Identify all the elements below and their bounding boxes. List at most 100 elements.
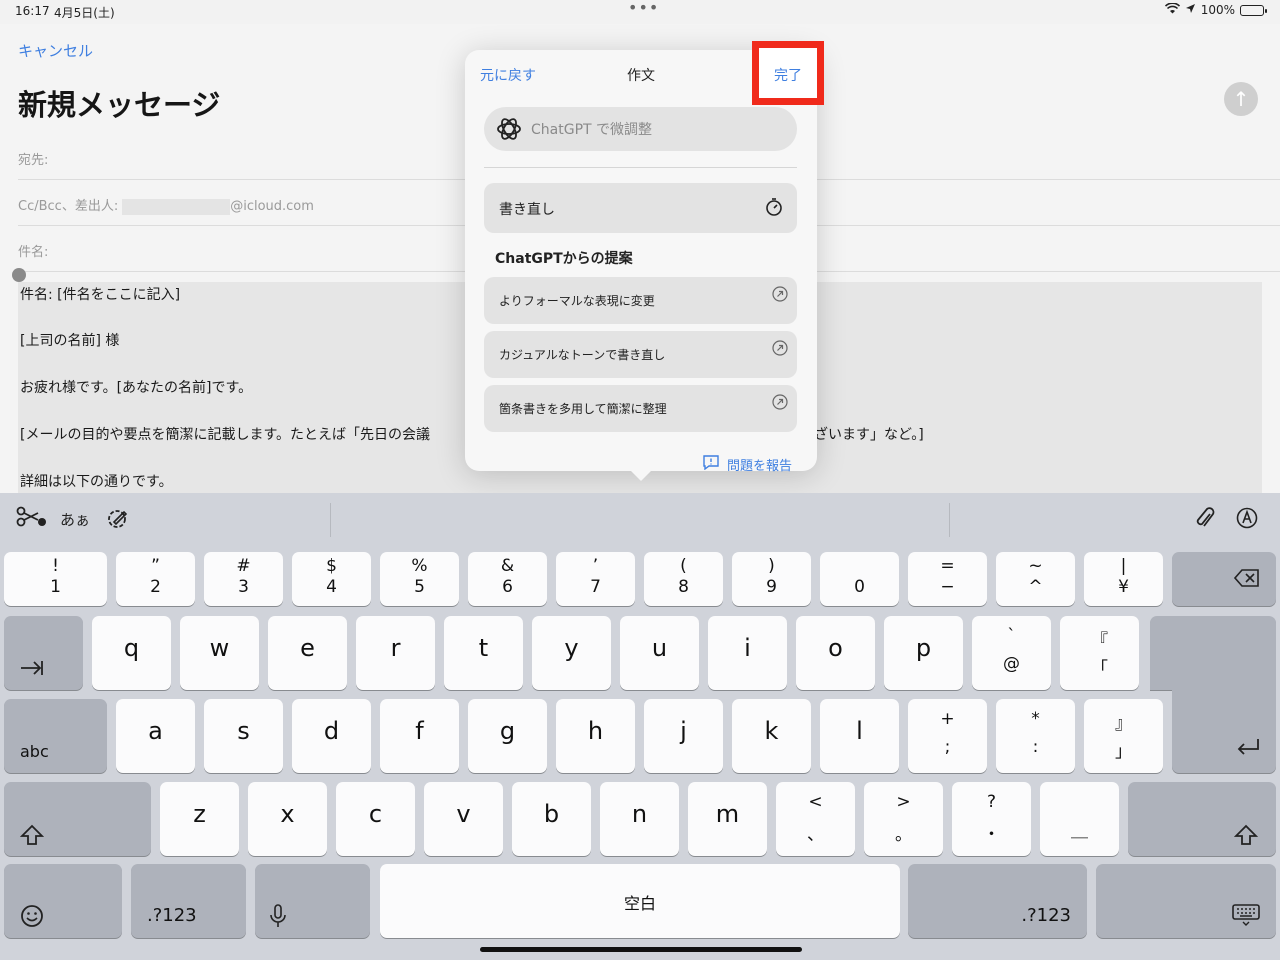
shift-icon [19, 824, 45, 851]
numbers-key-right[interactable]: .?123 [908, 864, 1087, 938]
key-w[interactable]: w [180, 616, 259, 690]
shift-key-left[interactable] [4, 782, 151, 856]
writing-tools-popover: 元に戻す 作文 完了 ChatGPT で微調整 書き直し ChatGPTからの提… [465, 41, 824, 481]
key-2[interactable]: ” 2 [116, 552, 195, 606]
suggestion-bullets[interactable]: 箇条書きを多用して簡潔に整理 [484, 385, 797, 432]
report-label: 問題を報告 [726, 459, 792, 474]
report-bubble-icon [702, 455, 720, 474]
key-bracket-open[interactable]: 『「 [1060, 616, 1139, 690]
suggestion-formal[interactable]: よりフォーマルな表現に変更 [484, 277, 797, 324]
location-icon [1185, 3, 1196, 17]
suggestion-casual[interactable]: カジュアルなトーンで書き直し [484, 331, 797, 378]
key-6[interactable]: & 6 [468, 552, 547, 606]
redacted-address [122, 198, 231, 215]
key-l[interactable]: l [820, 699, 899, 773]
key-b[interactable]: b [512, 782, 591, 856]
key-7[interactable]: ’ 7 [556, 552, 635, 606]
key-o[interactable]: o [796, 616, 875, 690]
key-x[interactable]: x [248, 782, 327, 856]
suggestion-label: よりフォーマルな表現に変更 [499, 294, 655, 308]
key-1[interactable]: ! 1 [4, 552, 107, 606]
key-f[interactable]: f [380, 699, 459, 773]
key-5[interactable]: % 5 [380, 552, 459, 606]
body-line: お疲れ様です。[あなたの名前]です。 [20, 380, 253, 396]
key-at[interactable]: ` @ [972, 616, 1051, 690]
return-key-upper[interactable] [1150, 616, 1276, 690]
writing-tools-icon[interactable] [105, 506, 131, 536]
key-q[interactable]: q [92, 616, 171, 690]
key-s[interactable]: s [204, 699, 283, 773]
key-y[interactable]: y [532, 616, 611, 690]
key-d[interactable]: d [292, 699, 371, 773]
key-question[interactable]: ? ・ [952, 782, 1031, 856]
report-problem-link[interactable]: 問題を報告 [702, 455, 792, 474]
key-h[interactable]: h [556, 699, 635, 773]
tab-key[interactable] [4, 616, 83, 690]
scissors-icon[interactable] [16, 505, 48, 533]
numbers-key-left[interactable]: .?123 [131, 864, 246, 938]
dismiss-keyboard-key[interactable] [1096, 864, 1276, 938]
multitasking-dots-icon[interactable]: ••• [628, 0, 659, 17]
space-key[interactable]: 空白 [380, 864, 900, 938]
key-4[interactable]: $4 [292, 552, 371, 606]
cancel-button[interactable]: キャンセル [18, 40, 93, 61]
home-indicator[interactable] [480, 947, 802, 952]
key-period[interactable]: >。 [864, 782, 943, 856]
keyboard-hide-icon [1232, 904, 1260, 931]
key-bracket-close[interactable]: 』」 [1084, 699, 1163, 773]
suggestion-label: 箇条書きを多用して簡潔に整理 [499, 402, 667, 416]
delete-key[interactable] [1172, 552, 1276, 606]
key-0[interactable]: 0 [820, 552, 899, 606]
key-v[interactable]: v [424, 782, 503, 856]
return-icon [1236, 737, 1262, 762]
key-a[interactable]: a [116, 699, 195, 773]
emoji-key[interactable] [4, 864, 122, 938]
key-r[interactable]: r [356, 616, 435, 690]
key-j[interactable]: j [644, 699, 723, 773]
selection-handle[interactable] [12, 268, 26, 282]
key-comma[interactable]: <、 [776, 782, 855, 856]
key-m[interactable]: m [688, 782, 767, 856]
dictation-key[interactable] [255, 864, 370, 938]
battery-icon [1240, 4, 1267, 16]
delete-icon [1233, 568, 1260, 593]
key-u[interactable]: u [620, 616, 699, 690]
battery-percent: 100% [1200, 3, 1235, 17]
key-8[interactable]: (8 [644, 552, 723, 606]
paperclip-icon[interactable] [1194, 506, 1216, 536]
done-button[interactable]: 完了 [752, 41, 824, 105]
shift-key-right[interactable] [1128, 782, 1276, 856]
key-yen[interactable]: | ¥ [1084, 552, 1163, 606]
chatgpt-icon [495, 115, 523, 143]
key-c[interactable]: c [336, 782, 415, 856]
key-caret[interactable]: ~ ^ [996, 552, 1075, 606]
shift-icon [1233, 824, 1259, 851]
key-z[interactable]: z [160, 782, 239, 856]
abc-key[interactable]: abc [4, 699, 107, 773]
send-button[interactable]: ↑ [1224, 82, 1258, 116]
key-p[interactable]: p [884, 616, 963, 690]
chatgpt-refine-input[interactable]: ChatGPT で微調整 [484, 107, 797, 151]
key-colon[interactable]: *: [996, 699, 1075, 773]
markup-pen-icon[interactable] [1236, 507, 1258, 533]
key-i[interactable]: i [708, 616, 787, 690]
status-right: 100% [1164, 2, 1267, 17]
body-line: ざいます」など。] [814, 427, 924, 443]
key-t[interactable]: t [444, 616, 523, 690]
key-underscore[interactable]: ＿ [1040, 782, 1119, 856]
return-key[interactable] [1172, 683, 1276, 773]
key-3[interactable]: #3 [204, 552, 283, 606]
kana-toggle[interactable]: あぁ [60, 509, 90, 530]
key-g[interactable]: g [468, 699, 547, 773]
rewrite-button[interactable]: 書き直し [484, 183, 797, 233]
key-minus[interactable]: = − [908, 552, 987, 606]
page-title: 新規メッセージ [18, 88, 221, 122]
key-9[interactable]: ) 9 [732, 552, 811, 606]
key-k[interactable]: k [732, 699, 811, 773]
key-n[interactable]: n [600, 782, 679, 856]
keyboard-toolbar: あぁ [0, 493, 1280, 545]
microphone-icon [269, 904, 287, 933]
key-semicolon[interactable]: +; [908, 699, 987, 773]
key-e[interactable]: e [268, 616, 347, 690]
divider [484, 167, 797, 168]
